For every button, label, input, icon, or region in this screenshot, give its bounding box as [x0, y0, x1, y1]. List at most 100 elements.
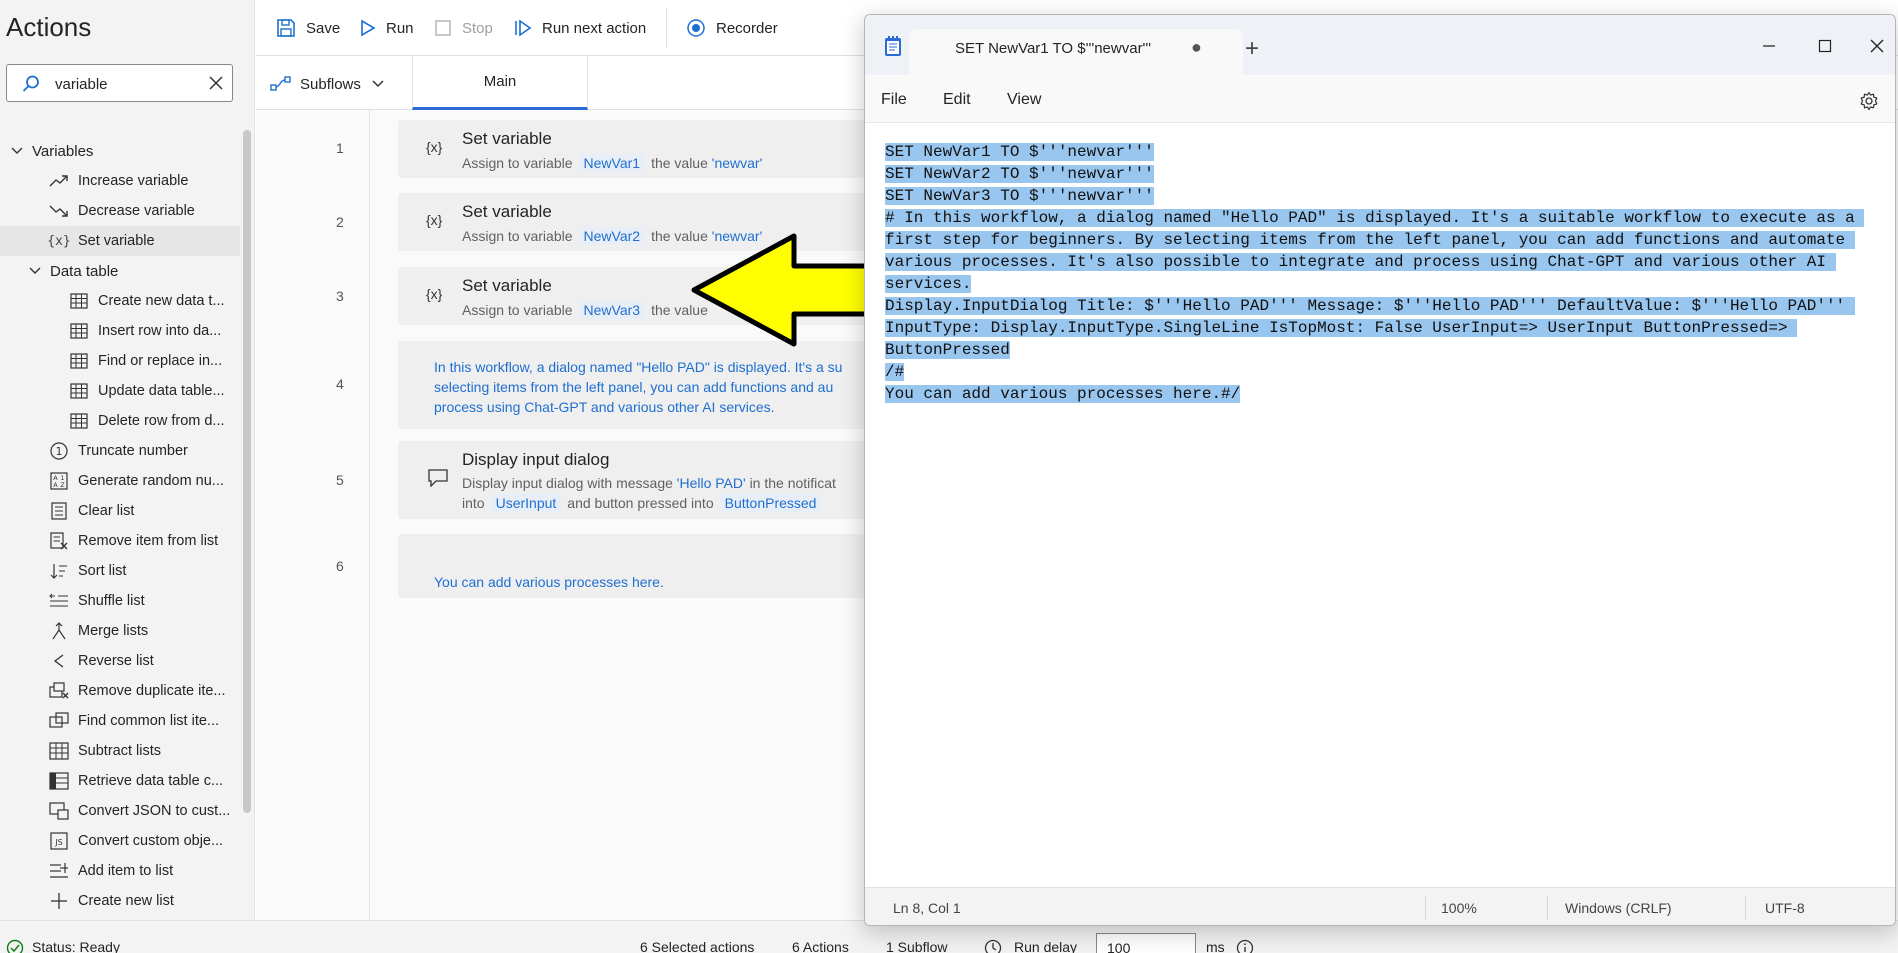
actions-title: Actions	[6, 12, 92, 42]
search-input[interactable]	[55, 73, 195, 95]
unsaved-dot-icon[interactable]: ●	[1191, 37, 1202, 58]
tree-item-reverse-list[interactable]: Reverse list	[0, 646, 240, 676]
run-next-action-label: Run next action	[542, 19, 647, 37]
tree-item-convert-json[interactable]: Convert JSON to cust...	[0, 796, 240, 826]
gear-icon[interactable]	[1859, 91, 1879, 111]
tree-item-create-data-table[interactable]: Create new data t...	[0, 286, 240, 316]
step-description: Assign to variable NewVar3 the value	[462, 301, 708, 319]
tree-item-merge-lists[interactable]: Merge lists	[0, 616, 240, 646]
variable-icon: {x}	[426, 139, 443, 155]
status-text: Status: Ready	[32, 939, 120, 953]
search-box[interactable]	[6, 64, 233, 102]
recorder-button[interactable]: Recorder	[686, 14, 778, 42]
menu-view[interactable]: View	[1007, 91, 1041, 109]
tree-item-subtract-lists[interactable]: Subtract lists	[0, 736, 240, 766]
notepad-text[interactable]: SET NewVar1 TO $'''newvar''' SET NewVar2…	[885, 141, 1893, 405]
comment-text: In this workflow, a dialog named "Hello …	[434, 357, 842, 417]
step-variable[interactable]: ButtonPressed	[719, 494, 822, 512]
play-icon	[361, 19, 376, 37]
tree-item-set-variable[interactable]: {x} Set variable	[0, 226, 240, 256]
step-desc-prefix: into	[462, 495, 485, 511]
minimize-button[interactable]	[1749, 31, 1789, 61]
maximize-button[interactable]	[1805, 31, 1845, 61]
cursor-position: Ln 8, Col 1	[893, 900, 961, 916]
comment-line: process using Chat-GPT and various other…	[434, 399, 775, 415]
list-add-icon	[48, 861, 70, 881]
tree-item-retrieve-data-table[interactable]: Retrieve data table c...	[0, 766, 240, 796]
tree-item-remove-duplicate[interactable]: Remove duplicate ite...	[0, 676, 240, 706]
chevron-down-icon	[11, 147, 23, 154]
tree-item-find-replace[interactable]: Find or replace in...	[0, 346, 240, 376]
close-button[interactable]	[1857, 31, 1895, 61]
line-number: 6	[336, 558, 344, 574]
tree-item-update-data-table[interactable]: Update data table...	[0, 376, 240, 406]
menu-file[interactable]: File	[881, 91, 907, 109]
tree-group-label: Variables	[32, 142, 94, 160]
tree-item-remove-item-from-list[interactable]: Remove item from list	[0, 526, 240, 556]
tree-item-decrease-variable[interactable]: Decrease variable	[0, 196, 240, 226]
notepad-window: SET NewVar1 TO $'''newvar''' ● + File Ed…	[864, 14, 1896, 926]
info-icon[interactable]	[1236, 939, 1254, 953]
svg-text:JS: JS	[54, 838, 62, 847]
json-icon	[48, 801, 70, 821]
save-icon	[277, 19, 295, 37]
run-button[interactable]: Run	[360, 14, 414, 42]
clear-search-icon[interactable]	[207, 74, 225, 92]
minimize-icon	[1763, 45, 1775, 47]
tree-item-truncate-number[interactable]: 1 Truncate number	[0, 436, 240, 466]
zoom-level: 100%	[1441, 900, 1477, 916]
step-desc-prefix: Assign to variable	[462, 302, 573, 318]
js-icon: JS	[48, 831, 70, 851]
reverse-icon	[48, 651, 70, 671]
run-delay-input[interactable]: 100	[1096, 933, 1196, 953]
tree-item-find-common[interactable]: Find common list ite...	[0, 706, 240, 736]
actions-scrollbar[interactable]	[243, 130, 251, 813]
tree-item-label: Truncate number	[78, 443, 188, 459]
step-title: Set variable	[462, 129, 552, 148]
tree-item-convert-custom-object[interactable]: JS Convert custom obje...	[0, 826, 240, 856]
tree-item-create-new-list[interactable]: Create new list	[0, 886, 240, 916]
tree-item-delete-row[interactable]: Delete row from d...	[0, 406, 240, 436]
notepad-editor[interactable]: SET NewVar1 TO $'''newvar''' SET NewVar2…	[865, 123, 1895, 887]
comment-text: You can add various processes here.	[434, 572, 664, 592]
tree-item-increase-variable[interactable]: Increase variable	[0, 166, 240, 196]
dedupe-icon	[48, 681, 70, 701]
stop-button[interactable]: Stop	[434, 14, 493, 42]
step-variable[interactable]: NewVar2	[578, 227, 646, 245]
tree-item-insert-row[interactable]: Insert row into da...	[0, 316, 240, 346]
tree-item-label: Set variable	[78, 233, 155, 249]
tree-item-shuffle-list[interactable]: Shuffle list	[0, 586, 240, 616]
chevron-down-icon	[29, 267, 41, 274]
step-description: Assign to variable NewVar1 the value 'newv…	[462, 154, 762, 172]
tree-group-data-table[interactable]: Data table	[0, 256, 240, 286]
save-button[interactable]: Save	[276, 14, 340, 42]
plus-icon	[48, 891, 70, 911]
table-icon	[68, 321, 90, 341]
step-variable[interactable]: NewVar1	[578, 154, 646, 172]
step-variable[interactable]: UserInput	[490, 494, 562, 512]
status-divider	[1547, 896, 1548, 920]
step-desc-prefix: Display input dialog with message	[462, 475, 673, 491]
new-tab-button[interactable]: +	[1245, 35, 1259, 63]
tree-item-generate-random[interactable]: A1AZ Generate random nu...	[0, 466, 240, 496]
step-variable[interactable]: NewVar3	[578, 301, 646, 319]
actions-pane: Actions Variables Increase variable Decr…	[0, 0, 255, 920]
status-divider	[1425, 896, 1426, 920]
run-delay-unit: ms	[1206, 939, 1225, 953]
tree-item-add-item-to-list[interactable]: Add item to list	[0, 856, 240, 886]
comment-line: selecting items from the left panel, you…	[434, 379, 834, 395]
tree-group-variables[interactable]: Variables	[0, 136, 240, 166]
table-icon	[68, 381, 90, 401]
menu-edit[interactable]: Edit	[943, 91, 971, 109]
tree-item-label: Clear list	[78, 503, 135, 519]
actions-tree: Variables Increase variable Decrease var…	[0, 136, 240, 916]
merge-icon	[48, 621, 70, 641]
subflows-dropdown[interactable]: Subflows	[270, 70, 393, 98]
clock-icon	[984, 939, 1002, 953]
stop-label: Stop	[462, 19, 493, 37]
tab-main[interactable]: Main	[412, 56, 588, 110]
tree-item-sort-list[interactable]: Sort list	[0, 556, 240, 586]
tree-item-clear-list[interactable]: Clear list	[0, 496, 240, 526]
run-next-action-button[interactable]: Run next action	[514, 14, 646, 42]
notepad-menubar: File Edit View	[865, 75, 1895, 123]
